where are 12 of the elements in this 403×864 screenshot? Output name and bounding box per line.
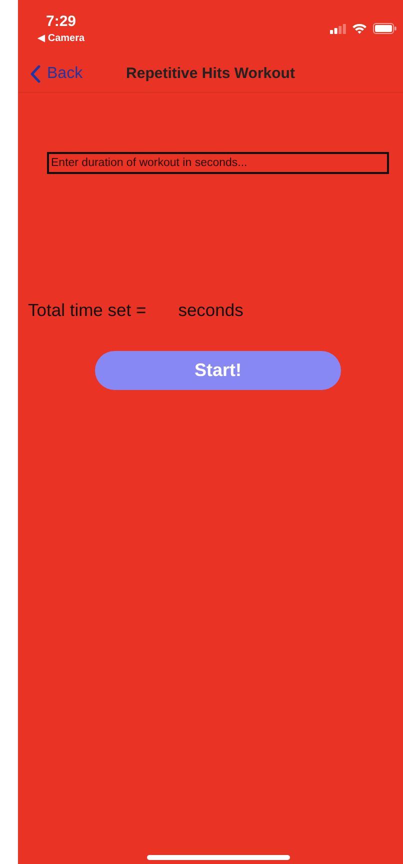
nav-title: Repetitive Hits Workout bbox=[126, 65, 295, 82]
back-button[interactable]: Back bbox=[18, 64, 83, 82]
wifi-icon bbox=[352, 23, 367, 34]
back-to-app-link[interactable]: ◀ Camera bbox=[37, 32, 85, 46]
battery-icon bbox=[373, 23, 397, 34]
chevron-left-icon bbox=[30, 64, 41, 82]
signal-icon bbox=[330, 24, 346, 34]
start-button[interactable]: Start! bbox=[95, 351, 341, 390]
status-time: 7:29 bbox=[46, 13, 76, 31]
duration-input-field[interactable]: Enter duration of workout in seconds... bbox=[47, 152, 389, 174]
seconds-label: seconds bbox=[178, 300, 244, 321]
total-time-label: Total time set = bbox=[28, 300, 146, 321]
